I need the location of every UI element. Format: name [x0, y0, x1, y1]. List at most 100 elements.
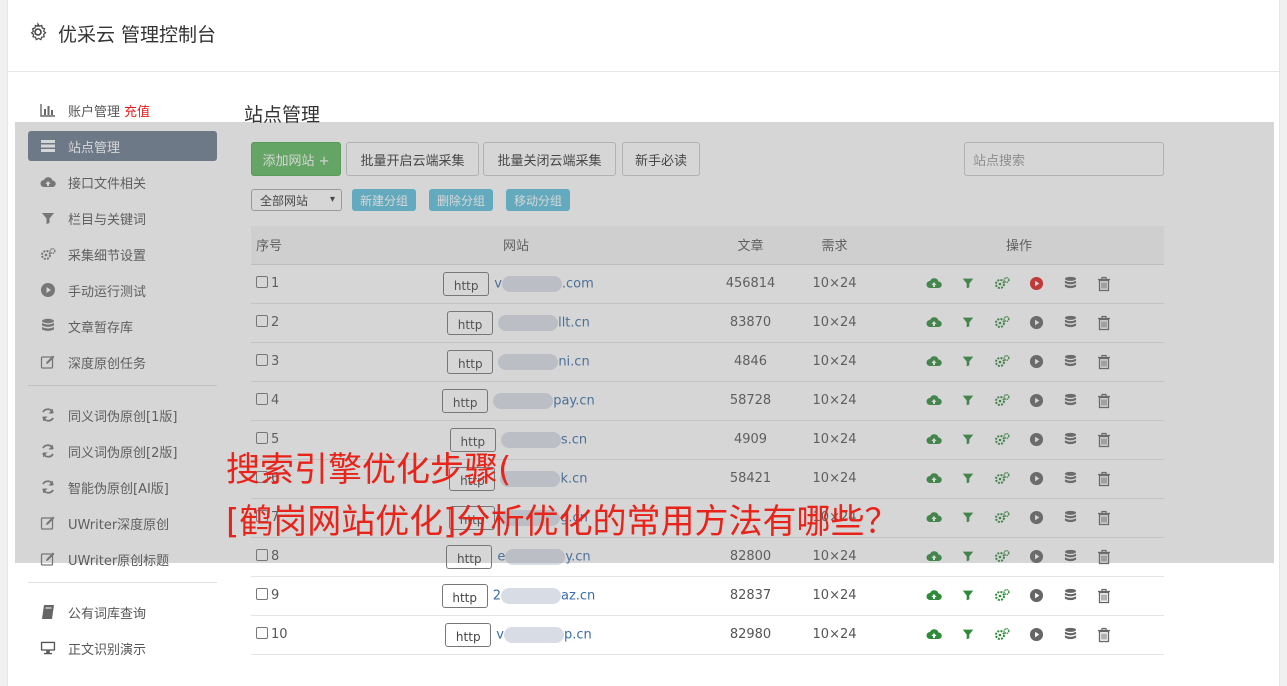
cloud-upload-icon[interactable] — [926, 393, 942, 409]
sidebar-item[interactable]: 手动运行测试 — [28, 275, 217, 305]
cloud-upload-icon[interactable] — [926, 549, 942, 565]
database-icon[interactable] — [1062, 315, 1078, 331]
trash-icon[interactable] — [1096, 276, 1112, 292]
sidebar-item[interactable]: 账户管理 充值 — [28, 95, 217, 125]
database-icon[interactable] — [1062, 393, 1078, 409]
gears-icon[interactable] — [994, 549, 1010, 565]
filter-icon[interactable] — [960, 471, 976, 487]
gears-icon[interactable] — [994, 588, 1010, 604]
row-checkbox[interactable] — [256, 315, 268, 327]
guide-button[interactable]: 新手必读 — [622, 142, 700, 176]
sidebar-item[interactable]: 正文识别演示 — [28, 633, 217, 663]
database-icon[interactable] — [1062, 510, 1078, 526]
trash-icon[interactable] — [1096, 549, 1112, 565]
article-count[interactable]: 82837 — [706, 576, 796, 616]
trash-icon[interactable] — [1096, 432, 1112, 448]
sidebar-item[interactable]: UWriter原创标题 — [28, 544, 217, 574]
play-circle-icon[interactable] — [1028, 315, 1044, 331]
row-checkbox[interactable] — [256, 432, 268, 444]
demand-value[interactable]: 10×24 — [795, 342, 874, 382]
play-circle-icon[interactable] — [1028, 549, 1044, 565]
cloud-upload-icon[interactable] — [926, 432, 942, 448]
row-checkbox[interactable] — [256, 393, 268, 405]
domain-link[interactable]: pay.cn — [553, 393, 595, 408]
gears-icon[interactable] — [994, 432, 1010, 448]
demand-value[interactable]: 10×24 — [795, 615, 874, 655]
database-icon[interactable] — [1062, 471, 1078, 487]
sidebar-item[interactable]: 栏目与关键词 — [28, 203, 217, 233]
sidebar-item[interactable]: 深度原创任务 — [28, 347, 217, 377]
cloud-upload-icon[interactable] — [926, 627, 942, 643]
demand-value[interactable]: 10×24 — [795, 303, 874, 343]
trash-icon[interactable] — [1096, 354, 1112, 370]
group-select[interactable]: 全部网站 ▾ — [251, 189, 342, 211]
sidebar-item[interactable]: 同义词伪原创[1版] — [28, 400, 217, 430]
protocol-tag[interactable]: http — [442, 388, 489, 413]
domain-link[interactable]: y.cn — [565, 549, 590, 564]
filter-icon[interactable] — [960, 510, 976, 526]
play-circle-icon[interactable] — [1028, 276, 1044, 292]
trash-icon[interactable] — [1096, 588, 1112, 604]
sidebar-item[interactable]: 文章暂存库 — [28, 311, 217, 341]
sidebar-item[interactable]: 同义词伪原创[2版] — [28, 436, 217, 466]
play-circle-icon[interactable] — [1028, 588, 1044, 604]
gears-icon[interactable] — [994, 354, 1010, 370]
recharge-link[interactable]: 充值 — [124, 101, 150, 120]
filter-icon[interactable] — [960, 276, 976, 292]
cloud-upload-icon[interactable] — [926, 471, 942, 487]
database-icon[interactable] — [1062, 627, 1078, 643]
gears-icon[interactable] — [994, 510, 1010, 526]
domain-link[interactable]: llt.cn — [558, 315, 590, 330]
play-circle-icon[interactable] — [1028, 354, 1044, 370]
filter-icon[interactable] — [960, 315, 976, 331]
protocol-tag[interactable]: http — [446, 544, 493, 569]
database-icon[interactable] — [1062, 549, 1078, 565]
batch-enable-button[interactable]: 批量开启云端采集 — [346, 142, 479, 176]
article-count[interactable]: 82980 — [706, 615, 796, 655]
gears-icon[interactable] — [994, 471, 1010, 487]
filter-icon[interactable] — [960, 354, 976, 370]
domain-link[interactable]: .com — [562, 276, 594, 291]
batch-disable-button[interactable]: 批量关闭云端采集 — [483, 142, 616, 176]
article-count[interactable]: 456814 — [706, 264, 796, 304]
move-group-button[interactable]: 移动分组 — [506, 189, 571, 211]
trash-icon[interactable] — [1096, 315, 1112, 331]
sidebar-item[interactable]: 采集细节设置 — [28, 239, 217, 269]
database-icon[interactable] — [1062, 588, 1078, 604]
cloud-upload-icon[interactable] — [926, 354, 942, 370]
database-icon[interactable] — [1062, 354, 1078, 370]
trash-icon[interactable] — [1096, 627, 1112, 643]
domain-link[interactable]: az.cn — [561, 588, 595, 603]
filter-icon[interactable] — [960, 393, 976, 409]
sidebar-item[interactable]: 站点管理 — [28, 131, 217, 161]
cloud-upload-icon[interactable] — [926, 315, 942, 331]
protocol-tag[interactable]: http — [447, 349, 494, 374]
cloud-upload-icon[interactable] — [926, 276, 942, 292]
sidebar-item[interactable]: 智能伪原创[AI版] — [28, 472, 217, 502]
demand-value[interactable]: 10×24 — [795, 576, 874, 616]
protocol-tag[interactable]: http — [443, 271, 490, 296]
article-count[interactable]: 58728 — [706, 381, 796, 421]
row-checkbox[interactable] — [256, 588, 268, 600]
protocol-tag[interactable]: http — [445, 622, 492, 647]
sidebar-item[interactable]: UWriter深度原创 — [28, 508, 217, 538]
filter-icon[interactable] — [960, 432, 976, 448]
gear-icon[interactable] — [28, 22, 48, 42]
sidebar-item[interactable]: 公有词库查询 — [28, 597, 217, 627]
filter-icon[interactable] — [960, 627, 976, 643]
play-circle-icon[interactable] — [1028, 627, 1044, 643]
site-search-input[interactable]: 站点搜索 — [964, 142, 1164, 176]
row-checkbox[interactable] — [256, 627, 268, 639]
article-count[interactable]: 4846 — [706, 342, 796, 382]
domain-link[interactable]: p.cn — [564, 627, 592, 642]
play-circle-icon[interactable] — [1028, 510, 1044, 526]
gears-icon[interactable] — [994, 315, 1010, 331]
row-checkbox[interactable] — [256, 549, 268, 561]
play-circle-icon[interactable] — [1028, 393, 1044, 409]
add-site-button[interactable]: 添加网站 + — [251, 142, 341, 176]
play-circle-icon[interactable] — [1028, 471, 1044, 487]
delete-group-button[interactable]: 删除分组 — [429, 189, 494, 211]
trash-icon[interactable] — [1096, 393, 1112, 409]
new-group-button[interactable]: 新建分组 — [352, 189, 417, 211]
database-icon[interactable] — [1062, 432, 1078, 448]
